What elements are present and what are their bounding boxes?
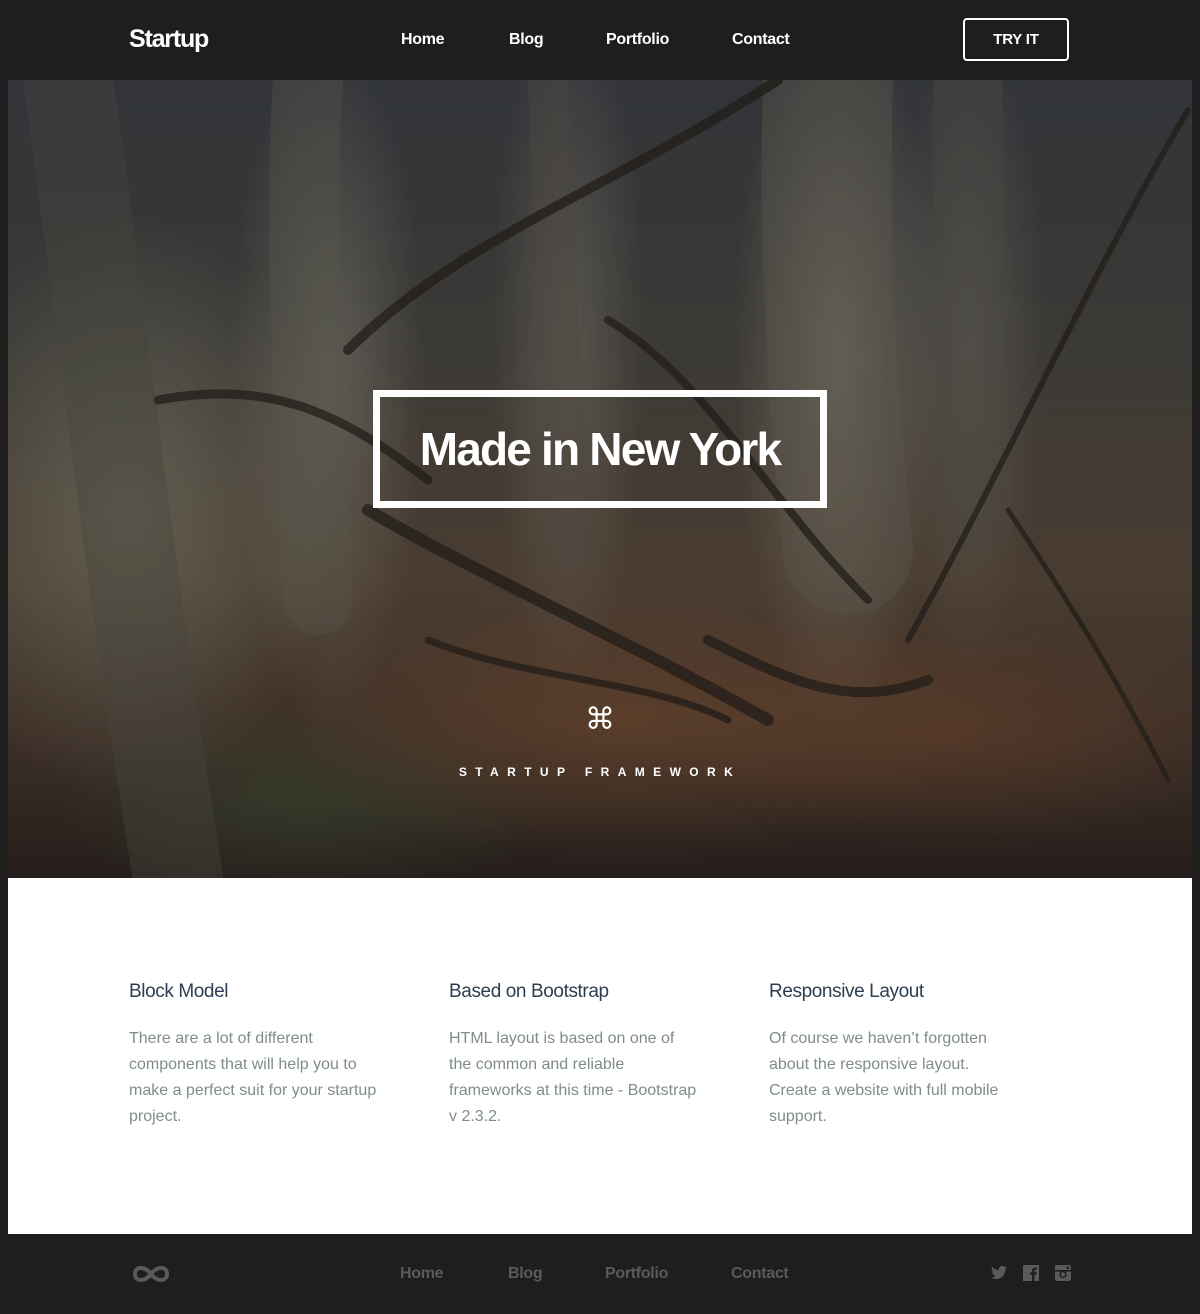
feature-text: Of course we haven’t forgotten about the… (769, 1030, 999, 1125)
footer-home-link[interactable]: Home (400, 1264, 444, 1284)
feature-title: Block Model (129, 981, 229, 1002)
footer-blog-link[interactable]: Blog (508, 1264, 543, 1284)
feature-block-model: Block Model There are a lot of different… (129, 978, 379, 1130)
try-it-button[interactable]: TRY IT (963, 18, 1069, 61)
instagram-icon[interactable] (1054, 1264, 1072, 1282)
hero-section: Made in New York ⌘ STARTUP FRAMEWORK (8, 80, 1192, 878)
nav-blog-link[interactable]: Blog (509, 30, 544, 50)
infinity-icon[interactable] (129, 1262, 173, 1286)
feature-title: Based on Bootstrap (449, 981, 609, 1002)
feature-responsive: Responsive Layout Of course we haven’t f… (769, 978, 1019, 1130)
site-header: Startup Home Blog Portfolio Contact TRY … (0, 0, 1200, 80)
feature-text: There are a lot of different components … (129, 1030, 377, 1125)
feature-bootstrap: Based on Bootstrap HTML layout is based … (449, 978, 699, 1130)
hero-headline: Made in New York (419, 423, 782, 475)
twitter-icon[interactable] (990, 1264, 1008, 1282)
footer-portfolio-link[interactable]: Portfolio (605, 1264, 668, 1284)
features-section: Block Model There are a lot of different… (8, 878, 1192, 1234)
feature-title: Responsive Layout (769, 981, 924, 1002)
command-icon: ⌘ (585, 703, 615, 736)
nav-home-link[interactable]: Home (401, 30, 445, 50)
site-footer: Home Blog Portfolio Contact (0, 1234, 1200, 1314)
facebook-icon[interactable] (1022, 1264, 1040, 1282)
nav-contact-link[interactable]: Contact (732, 30, 790, 50)
nav-portfolio-link[interactable]: Portfolio (606, 30, 669, 50)
hero-tagline: STARTUP FRAMEWORK (458, 765, 742, 779)
footer-contact-link[interactable]: Contact (731, 1264, 789, 1284)
feature-text: HTML layout is based on one of the commo… (449, 1030, 697, 1125)
